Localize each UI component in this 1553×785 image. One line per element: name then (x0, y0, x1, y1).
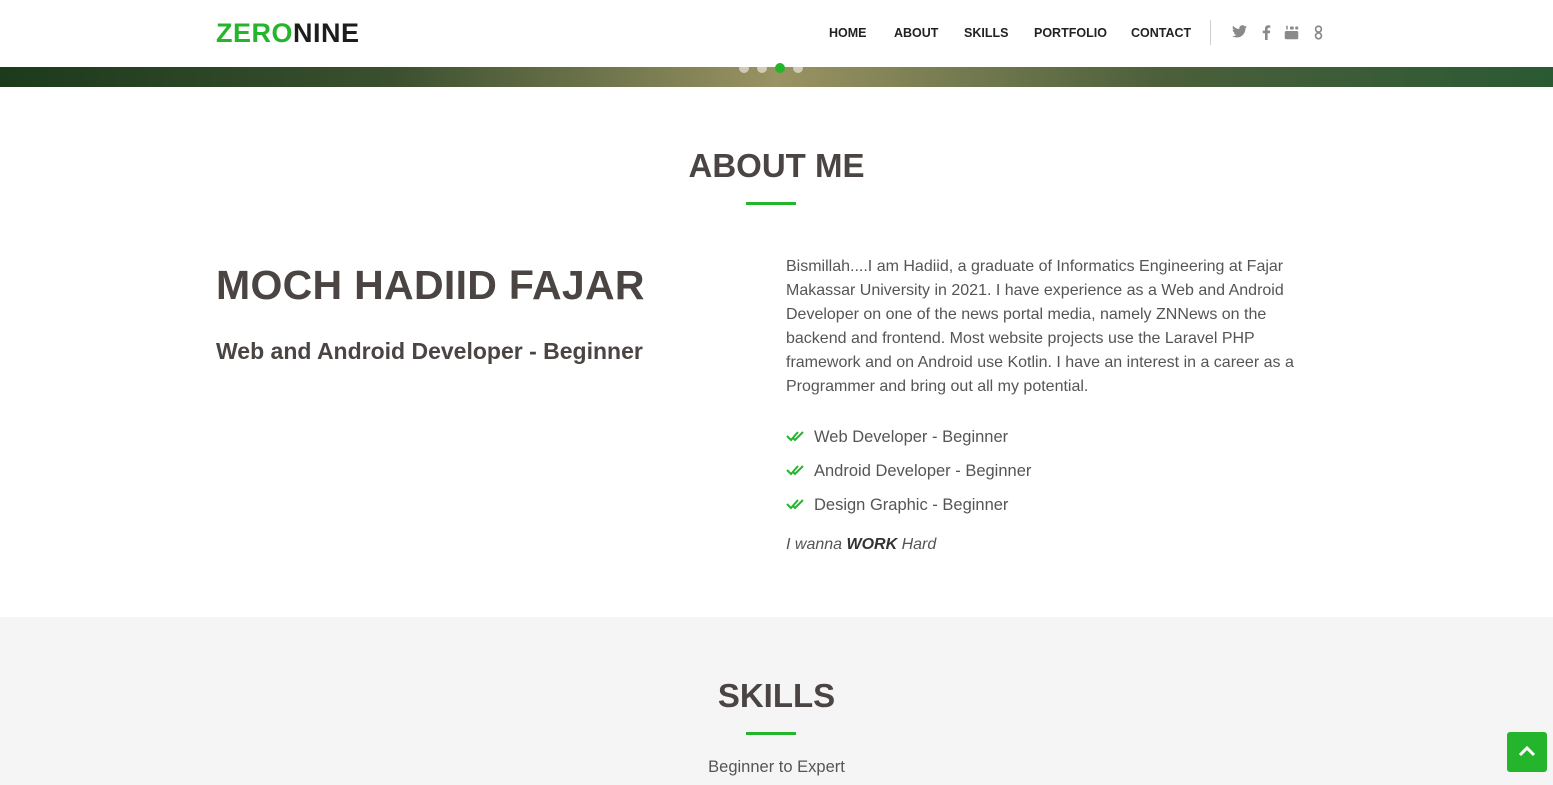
list-item: Web Developer - Beginner (786, 426, 1008, 448)
nav-about[interactable]: ABOUT (894, 25, 938, 41)
list-item: Android Developer - Beginner (786, 460, 1031, 482)
about-bio: Bismillah....I am Hadiid, a graduate of … (786, 258, 1294, 395)
twitter-icon[interactable] (1231, 25, 1247, 41)
double-check-icon (786, 465, 804, 476)
logo-zero: ZERO (216, 18, 294, 48)
facebook-icon[interactable] (1258, 25, 1274, 41)
list-item-label: Android Developer - Beginner (814, 462, 1032, 480)
youtube-icon[interactable] (1283, 25, 1299, 41)
profile-name: MOCH HADIID FAJAR (216, 262, 645, 308)
back-to-top-button[interactable] (1507, 732, 1547, 772)
list-item-label: Web Developer - Beginner (814, 428, 1009, 446)
slider-dot-1[interactable] (739, 63, 749, 73)
chevron-up-icon (1518, 745, 1536, 757)
list-item-label: Design Graphic - Beginner (814, 496, 1009, 514)
nav-skills[interactable]: SKILLS (964, 25, 1008, 41)
site-logo[interactable]: ZERONINE (216, 18, 360, 48)
nav-home[interactable]: HOME (829, 25, 867, 41)
quote-post: Hard (897, 536, 937, 553)
about-quote: I wanna WORK Hard (786, 534, 936, 556)
double-check-icon (786, 431, 804, 442)
quote-emphasis: WORK (846, 536, 898, 553)
profile-role: Web and Android Developer - Beginner (216, 338, 643, 364)
google-icon[interactable] (1310, 25, 1326, 41)
double-check-icon (786, 499, 804, 510)
about-title: ABOUT ME (688, 147, 865, 184)
nav-divider (1210, 20, 1211, 45)
nav-portfolio[interactable]: PORTFOLIO (1034, 25, 1107, 41)
quote-pre: I wanna (786, 536, 847, 553)
list-item: Design Graphic - Beginner (786, 494, 1008, 516)
nav-contact[interactable]: CONTACT (1131, 25, 1191, 41)
slider-dot-3[interactable] (775, 63, 785, 73)
skills-title-underline (746, 732, 796, 735)
logo-nine: NINE (293, 18, 360, 48)
about-title-underline (746, 202, 796, 205)
slider-dot-2[interactable] (757, 63, 767, 73)
skills-subtitle: Beginner to Expert (708, 758, 845, 776)
skills-title: SKILLS (717, 677, 836, 714)
slider-dot-4[interactable] (793, 63, 803, 73)
site-header: ZERONINE HOME ABOUT SKILLS PORTFOLIO CON… (0, 0, 1553, 67)
hero-slider (0, 63, 1553, 87)
